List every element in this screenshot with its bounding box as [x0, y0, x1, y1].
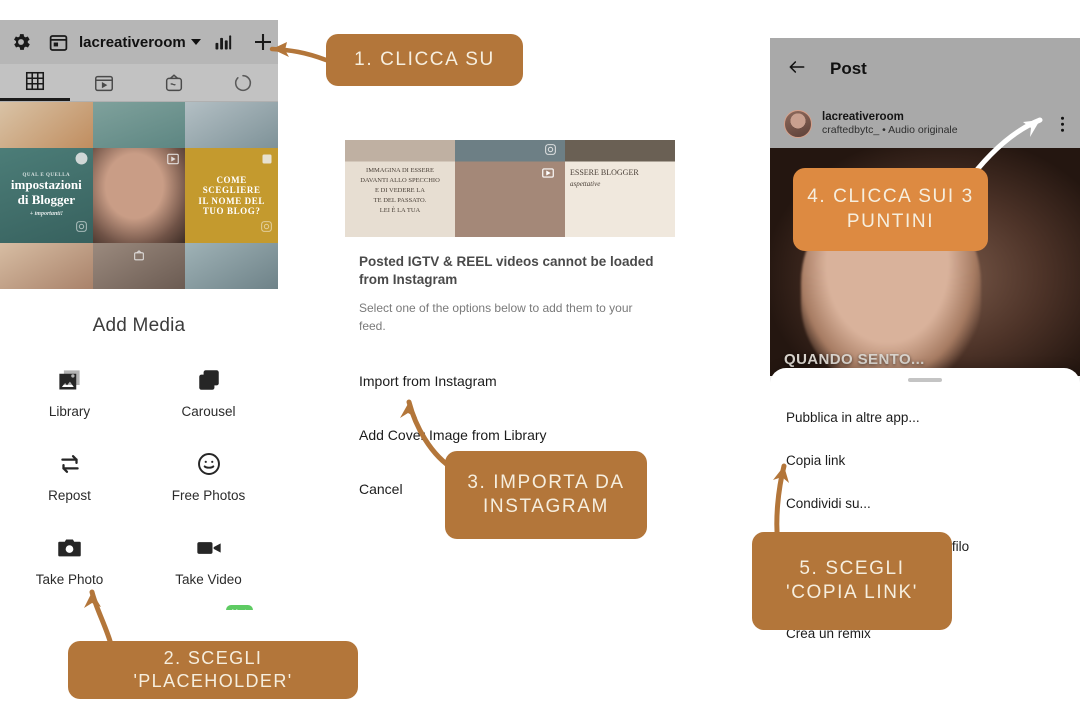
sheet-grabber[interactable] [908, 378, 942, 382]
add-media-item-free-photos[interactable]: Free Photos [139, 443, 278, 509]
add-media-grid: Library Carousel Repost Free Photos Take… [0, 345, 278, 610]
account-switcher[interactable]: lacreativeroom [79, 34, 201, 51]
sidebar-item-igtv[interactable] [139, 64, 209, 101]
profile-grid: QUAL È QUELLA impostazioni di Blogger + … [0, 102, 278, 289]
grid-tile[interactable] [92, 148, 186, 243]
grid-tile[interactable] [92, 102, 186, 148]
status-badge: Hot [225, 605, 254, 610]
left-phone-panel: lacreativeroom QUAL È QUELLA impostazion… [0, 20, 278, 610]
dialog-heading: Posted IGTV & REEL videos cannot be load… [359, 254, 654, 288]
instagram-watermark-icon [260, 220, 273, 238]
add-media-label: Take Photo [35, 572, 104, 587]
post-author-row: lacreativeroom craftedbytc_ • Audio orig… [770, 100, 1080, 148]
reel-badge-icon [541, 166, 555, 185]
sheet-item-copy-link[interactable]: Copia link [770, 453, 1080, 468]
back-arrow-icon[interactable] [786, 57, 808, 82]
calendar-icon[interactable] [48, 32, 69, 53]
smiley-icon [194, 449, 224, 479]
profile-tabs [0, 64, 278, 102]
carousel-icon [194, 365, 224, 395]
grid-tile[interactable] [185, 102, 278, 148]
grid-tile[interactable] [92, 243, 186, 289]
gear-icon[interactable] [10, 31, 32, 53]
camera-icon [55, 533, 85, 563]
page-title: Add Media [92, 315, 186, 336]
add-media-label: Carousel [181, 404, 236, 419]
page-title: Post [830, 59, 867, 78]
preview-tile[interactable]: IMMAGINA DI ESSERE DAVANTI ALLO SPECCHIO… [345, 140, 455, 237]
add-media-item-take-photo[interactable]: Take Photo [0, 527, 139, 593]
add-media-label: Library [48, 404, 91, 419]
add-media-item-take-video[interactable]: Take Video [139, 527, 278, 593]
bar-chart-icon[interactable] [213, 32, 233, 52]
dialog-option-import[interactable]: Import from Instagram [359, 373, 661, 389]
add-media-item-repost[interactable]: Repost [0, 443, 139, 509]
dialog-option-add-cover[interactable]: Add Cover Image from Library [359, 427, 661, 443]
add-media-label: Take Video [175, 572, 242, 587]
callout-step-1: 1. CLICCA SU [326, 34, 523, 86]
add-media-label: Free Photos [171, 488, 246, 503]
grid-tile[interactable] [185, 243, 278, 289]
sheet-item-share-to[interactable]: Condividi su... [770, 496, 1080, 511]
post-header: Post [770, 38, 1080, 100]
preview-tile[interactable]: ESSERE BLOGGER aspettative [565, 140, 675, 237]
callout-step-3: 3. IMPORTA DA INSTAGRAM [445, 451, 647, 539]
callout-step-4: 4. CLICCA SUI 3 PUNTINI [793, 168, 988, 251]
grid-tile[interactable] [0, 243, 93, 289]
callout-step-5: 5. SCEGLI 'COPIA LINK' [752, 532, 952, 630]
post-author-name[interactable]: lacreativeroom [822, 110, 958, 124]
instagram-watermark-icon [75, 220, 88, 238]
grid-tile[interactable] [0, 102, 93, 148]
three-dots-icon[interactable] [1060, 114, 1064, 135]
preview-tile[interactable] [455, 140, 565, 237]
preview-strip: IMMAGINA DI ESSERE DAVANTI ALLO SPECCHIO… [345, 140, 675, 237]
preview-tile-text: IMMAGINA DI ESSERE DAVANTI ALLO SPECCHIO… [360, 167, 440, 215]
dialog-subtext: Select one of the options below to add t… [359, 301, 633, 333]
add-media-item-carousel[interactable]: Carousel [139, 359, 278, 425]
instagram-watermark-icon [544, 143, 557, 161]
grid-tile[interactable]: QUAL È QUELLA impostazioni di Blogger + … [0, 148, 93, 243]
sheet-item-publish-other-apps[interactable]: Pubblica in altre app... [770, 410, 1080, 425]
video-caption: QUANDO SENTO... [784, 351, 925, 368]
photo-library-icon [55, 365, 85, 395]
chevron-down-icon [190, 39, 201, 45]
avatar[interactable] [784, 110, 812, 138]
reel-badge-icon [166, 152, 180, 171]
callout-step-2: 2. SCEGLI 'PLACEHOLDER' [68, 641, 358, 699]
instagram-topbar: lacreativeroom [0, 20, 278, 64]
igtv-badge-icon [132, 249, 145, 267]
repost-icon [55, 449, 85, 479]
plus-icon[interactable] [251, 30, 275, 54]
spinner-icon [209, 64, 279, 101]
video-camera-icon [194, 533, 224, 563]
sidebar-item-grid[interactable] [0, 64, 70, 101]
grid-tile[interactable]: COME SCEGLIERE IL NOME DEL TUO BLOG? [185, 148, 278, 243]
account-name: lacreativeroom [79, 33, 186, 51]
post-audio-subtitle: craftedbytc_ • Audio originale [822, 124, 958, 137]
tutorial-collage: lacreativeroom QUAL È QUELLA impostazion… [0, 0, 1080, 720]
sidebar-item-reels[interactable] [70, 64, 140, 101]
add-media-item-library[interactable]: Library [0, 359, 139, 425]
add-media-label: Repost [48, 488, 91, 503]
preview-tile-text: ESSERE BLOGGER aspettative [570, 168, 639, 188]
